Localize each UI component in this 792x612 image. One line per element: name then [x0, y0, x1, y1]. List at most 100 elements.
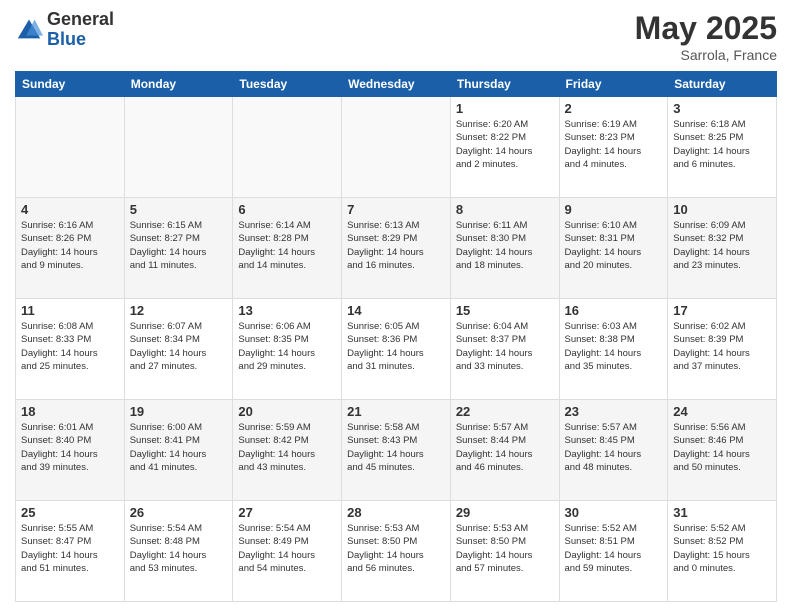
day-number: 18 [21, 404, 119, 419]
calendar-cell: 8Sunrise: 6:11 AM Sunset: 8:30 PM Daylig… [450, 198, 559, 299]
logo-text: General Blue [47, 10, 114, 50]
day-number: 9 [565, 202, 663, 217]
day-number: 4 [21, 202, 119, 217]
day-number: 29 [456, 505, 554, 520]
calendar-cell: 22 Sunrise: 5:57 AM Sunset: 8:44 PM Dayli… [450, 400, 559, 501]
calendar-cell: 18Sunrise: 6:01 AM Sunset: 8:40 PM Dayli… [16, 400, 125, 501]
calendar-cell: 24 Sunrise: 5:56 AM Sunset: 8:46 PM Dayli… [668, 400, 777, 501]
day-info: Sunrise: 6:10 AM Sunset: 8:31 PM Dayligh… [565, 219, 663, 272]
day-number: 19 [130, 404, 228, 419]
day-info: Sunrise: 5:52 AM Sunset: 8:52 PM Dayligh… [673, 522, 771, 575]
calendar-cell [342, 97, 451, 198]
day-info: Sunrise: 5:56 AM Sunset: 8:46 PM Dayligh… [673, 421, 771, 474]
calendar-header-row: SundayMondayTuesdayWednesdayThursdayFrid… [16, 72, 777, 97]
calendar-week-3: 11 Sunrise: 6:08 AM Sunset: 8:33 PM Dayli… [16, 299, 777, 400]
day-number: 1 [456, 101, 554, 116]
calendar-cell [16, 97, 125, 198]
calendar-cell: 17Sunrise: 6:02 AM Sunset: 8:39 PM Dayli… [668, 299, 777, 400]
day-number: 30 [565, 505, 663, 520]
col-header-thursday: Thursday [450, 72, 559, 97]
day-number: 31 [673, 505, 771, 520]
day-info: Sunrise: 5:53 AM Sunset: 8:50 PM Dayligh… [456, 522, 554, 575]
calendar-cell: 31 Sunrise: 5:52 AM Sunset: 8:52 PM Dayli… [668, 501, 777, 602]
calendar-cell: 2 Sunrise: 6:19 AM Sunset: 8:23 PM Daylig… [559, 97, 668, 198]
day-info: Sunrise: 5:54 AM Sunset: 8:48 PM Dayligh… [130, 522, 228, 575]
calendar-cell: 16Sunrise: 6:03 AM Sunset: 8:38 PM Dayli… [559, 299, 668, 400]
calendar-cell: 6 Sunrise: 6:14 AM Sunset: 8:28 PM Daylig… [233, 198, 342, 299]
calendar-cell: 20 Sunrise: 5:59 AM Sunset: 8:42 PM Dayli… [233, 400, 342, 501]
calendar-cell: 9 Sunrise: 6:10 AM Sunset: 8:31 PM Daylig… [559, 198, 668, 299]
day-info: Sunrise: 6:13 AM Sunset: 8:29 PM Dayligh… [347, 219, 445, 272]
day-number: 7 [347, 202, 445, 217]
col-header-monday: Monday [124, 72, 233, 97]
logo-blue: Blue [47, 30, 114, 50]
calendar-cell: 1 Sunrise: 6:20 AM Sunset: 8:22 PM Daylig… [450, 97, 559, 198]
calendar-week-5: 25Sunrise: 5:55 AM Sunset: 8:47 PM Dayli… [16, 501, 777, 602]
calendar-cell: 21 Sunrise: 5:58 AM Sunset: 8:43 PM Dayli… [342, 400, 451, 501]
calendar-week-2: 4 Sunrise: 6:16 AM Sunset: 8:26 PM Daylig… [16, 198, 777, 299]
page: General Blue May 2025 Sarrola, France Su… [0, 0, 792, 612]
day-info: Sunrise: 6:18 AM Sunset: 8:25 PM Dayligh… [673, 118, 771, 171]
day-info: Sunrise: 5:57 AM Sunset: 8:45 PM Dayligh… [565, 421, 663, 474]
day-info: Sunrise: 5:57 AM Sunset: 8:44 PM Dayligh… [456, 421, 554, 474]
day-number: 11 [21, 303, 119, 318]
calendar-cell [233, 97, 342, 198]
day-info: Sunrise: 6:15 AM Sunset: 8:27 PM Dayligh… [130, 219, 228, 272]
day-info: Sunrise: 6:19 AM Sunset: 8:23 PM Dayligh… [565, 118, 663, 171]
calendar-cell: 29 Sunrise: 5:53 AM Sunset: 8:50 PM Dayli… [450, 501, 559, 602]
calendar-cell: 19 Sunrise: 6:00 AM Sunset: 8:41 PM Dayli… [124, 400, 233, 501]
col-header-friday: Friday [559, 72, 668, 97]
day-info: Sunrise: 6:02 AM Sunset: 8:39 PM Dayligh… [673, 320, 771, 373]
day-info: Sunrise: 5:52 AM Sunset: 8:51 PM Dayligh… [565, 522, 663, 575]
calendar-cell: 4 Sunrise: 6:16 AM Sunset: 8:26 PM Daylig… [16, 198, 125, 299]
subtitle: Sarrola, France [635, 47, 777, 63]
calendar-cell: 14Sunrise: 6:05 AM Sunset: 8:36 PM Dayli… [342, 299, 451, 400]
col-header-wednesday: Wednesday [342, 72, 451, 97]
day-info: Sunrise: 6:07 AM Sunset: 8:34 PM Dayligh… [130, 320, 228, 373]
day-number: 22 [456, 404, 554, 419]
day-number: 24 [673, 404, 771, 419]
day-info: Sunrise: 6:20 AM Sunset: 8:22 PM Dayligh… [456, 118, 554, 171]
title-block: May 2025 Sarrola, France [635, 10, 777, 63]
calendar-cell [124, 97, 233, 198]
day-number: 12 [130, 303, 228, 318]
calendar-cell: 28Sunrise: 5:53 AM Sunset: 8:50 PM Dayli… [342, 501, 451, 602]
day-number: 25 [21, 505, 119, 520]
day-number: 20 [238, 404, 336, 419]
calendar-cell: 30 Sunrise: 5:52 AM Sunset: 8:51 PM Dayli… [559, 501, 668, 602]
calendar-week-1: 1 Sunrise: 6:20 AM Sunset: 8:22 PM Daylig… [16, 97, 777, 198]
calendar-cell: 10Sunrise: 6:09 AM Sunset: 8:32 PM Dayli… [668, 198, 777, 299]
day-info: Sunrise: 6:00 AM Sunset: 8:41 PM Dayligh… [130, 421, 228, 474]
col-header-tuesday: Tuesday [233, 72, 342, 97]
day-info: Sunrise: 6:09 AM Sunset: 8:32 PM Dayligh… [673, 219, 771, 272]
day-number: 15 [456, 303, 554, 318]
calendar-cell: 23Sunrise: 5:57 AM Sunset: 8:45 PM Dayli… [559, 400, 668, 501]
logo: General Blue [15, 10, 114, 50]
day-info: Sunrise: 6:16 AM Sunset: 8:26 PM Dayligh… [21, 219, 119, 272]
calendar-cell: 12 Sunrise: 6:07 AM Sunset: 8:34 PM Dayli… [124, 299, 233, 400]
day-number: 21 [347, 404, 445, 419]
day-number: 13 [238, 303, 336, 318]
col-header-saturday: Saturday [668, 72, 777, 97]
day-number: 27 [238, 505, 336, 520]
calendar-cell: 5Sunrise: 6:15 AM Sunset: 8:27 PM Daylig… [124, 198, 233, 299]
day-info: Sunrise: 6:03 AM Sunset: 8:38 PM Dayligh… [565, 320, 663, 373]
day-number: 3 [673, 101, 771, 116]
day-info: Sunrise: 5:58 AM Sunset: 8:43 PM Dayligh… [347, 421, 445, 474]
calendar-cell: 27 Sunrise: 5:54 AM Sunset: 8:49 PM Dayli… [233, 501, 342, 602]
day-number: 2 [565, 101, 663, 116]
day-info: Sunrise: 5:54 AM Sunset: 8:49 PM Dayligh… [238, 522, 336, 575]
calendar-cell: 25Sunrise: 5:55 AM Sunset: 8:47 PM Dayli… [16, 501, 125, 602]
col-header-sunday: Sunday [16, 72, 125, 97]
calendar-cell: 15 Sunrise: 6:04 AM Sunset: 8:37 PM Dayli… [450, 299, 559, 400]
day-info: Sunrise: 6:04 AM Sunset: 8:37 PM Dayligh… [456, 320, 554, 373]
calendar-cell: 11 Sunrise: 6:08 AM Sunset: 8:33 PM Dayli… [16, 299, 125, 400]
calendar-cell: 26Sunrise: 5:54 AM Sunset: 8:48 PM Dayli… [124, 501, 233, 602]
header: General Blue May 2025 Sarrola, France [15, 10, 777, 63]
day-info: Sunrise: 6:08 AM Sunset: 8:33 PM Dayligh… [21, 320, 119, 373]
day-number: 6 [238, 202, 336, 217]
day-info: Sunrise: 6:06 AM Sunset: 8:35 PM Dayligh… [238, 320, 336, 373]
calendar-table: SundayMondayTuesdayWednesdayThursdayFrid… [15, 71, 777, 602]
day-info: Sunrise: 6:14 AM Sunset: 8:28 PM Dayligh… [238, 219, 336, 272]
day-info: Sunrise: 5:59 AM Sunset: 8:42 PM Dayligh… [238, 421, 336, 474]
